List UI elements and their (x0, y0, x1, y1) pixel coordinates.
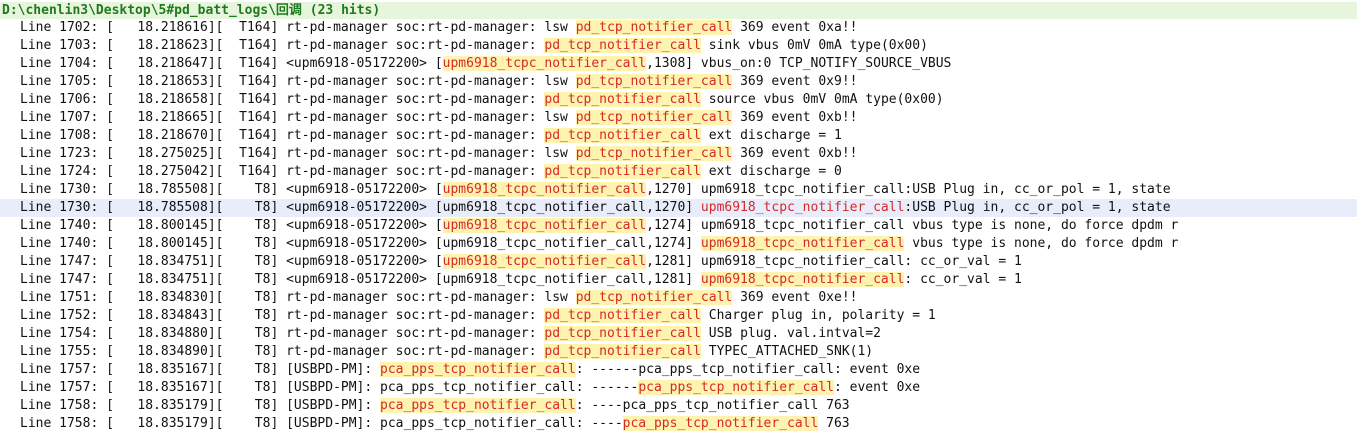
result-line[interactable]: Line 1730: [ 18.785508][ T8] <upm6918-05… (0, 199, 1357, 217)
line-prefix: Line 1751: [ 18.834830][ T8] rt-pd-manag… (20, 290, 576, 305)
result-line[interactable]: Line 1758: [ 18.835179][ T8] [USBPD-PM]:… (0, 415, 1357, 433)
match-highlight: pca_pps_tcp_notifier_call (380, 362, 576, 377)
match-highlight: pd_tcp_notifier_call (575, 290, 733, 305)
match-highlight: pca_pps_tcp_notifier_call (380, 398, 576, 413)
line-prefix: Line 1757: [ 18.835167][ T8] [USBPD-PM]: (20, 362, 381, 377)
line-suffix: ,1274] upm6918_tcpc_notifier_call vbus t… (646, 218, 1179, 233)
line-suffix: Charger plug in, polarity = 1 (700, 308, 936, 323)
line-prefix: Line 1704: [ 18.218647][ T164] <upm6918-… (20, 56, 443, 71)
result-line[interactable]: Line 1703: [ 18.218623][ T164] rt-pd-man… (0, 37, 1357, 55)
result-line[interactable]: Line 1747: [ 18.834751][ T8] <upm6918-05… (0, 253, 1357, 271)
line-suffix: ,1281] upm6918_tcpc_notifier_call: cc_or… (646, 254, 1022, 269)
line-prefix: Line 1706: [ 18.218658][ T164] rt-pd-man… (20, 92, 545, 107)
line-suffix: 763 (818, 416, 850, 431)
line-suffix: ext discharge = 0 (700, 164, 842, 179)
match-highlight: upm6918_tcpc_notifier_call (700, 272, 905, 287)
match-highlight: pd_tcp_notifier_call (544, 164, 701, 179)
result-line[interactable]: Line 1752: [ 18.834843][ T8] rt-pd-manag… (0, 307, 1357, 325)
line-prefix: Line 1757: [ 18.835167][ T8] [USBPD-PM]:… (20, 380, 639, 395)
line-suffix: source vbus 0mV 0mA type(0x00) (700, 92, 944, 107)
line-prefix: Line 1703: [ 18.218623][ T164] rt-pd-man… (20, 38, 545, 53)
line-prefix: Line 1730: [ 18.785508][ T8] <upm6918-05… (20, 182, 443, 197)
result-line[interactable]: Line 1740: [ 18.800145][ T8] <upm6918-05… (0, 235, 1357, 253)
match-highlight: pd_tcp_notifier_call (575, 74, 733, 89)
line-prefix: Line 1705: [ 18.218653][ T164] rt-pd-man… (20, 74, 576, 89)
result-line[interactable]: Line 1705: [ 18.218653][ T164] rt-pd-man… (0, 73, 1357, 91)
line-suffix: : ----pca_pps_tcp_notifier_call 763 (575, 398, 850, 413)
line-prefix: Line 1758: [ 18.835179][ T8] [USBPD-PM]: (20, 398, 381, 413)
line-suffix: : event 0xe (833, 380, 921, 395)
result-line[interactable]: Line 1724: [ 18.275042][ T164] rt-pd-man… (0, 163, 1357, 181)
match-highlight: upm6918_tcpc_notifier_call (700, 200, 905, 215)
line-suffix: 369 event 0x9!! (732, 74, 858, 89)
line-prefix: Line 1752: [ 18.834843][ T8] rt-pd-manag… (20, 308, 545, 323)
result-line[interactable]: Line 1730: [ 18.785508][ T8] <upm6918-05… (0, 181, 1357, 199)
line-suffix: :USB Plug in, cc_or_pol = 1, state (904, 200, 1171, 215)
match-highlight: pd_tcp_notifier_call (575, 146, 733, 161)
result-line[interactable]: Line 1747: [ 18.834751][ T8] <upm6918-05… (0, 271, 1357, 289)
line-prefix: Line 1708: [ 18.218670][ T164] rt-pd-man… (20, 128, 545, 143)
line-suffix: ,1270] upm6918_tcpc_notifier_call:USB Pl… (646, 182, 1171, 197)
match-highlight: pd_tcp_notifier_call (575, 20, 733, 35)
line-suffix: vbus type is none, do force dpdm r (904, 236, 1179, 251)
result-line[interactable]: Line 1757: [ 18.835167][ T8] [USBPD-PM]:… (0, 361, 1357, 379)
match-highlight: upm6918_tcpc_notifier_call (442, 254, 647, 269)
search-results-header[interactable]: D:\chenlin3\Desktop\5#pd_batt_logs\回调 (2… (0, 2, 1357, 19)
line-suffix: : ------pca_pps_tcp_notifier_call: event… (575, 362, 921, 377)
match-highlight: pca_pps_tcp_notifier_call (638, 380, 834, 395)
line-prefix: Line 1702: [ 18.218616][ T164] rt-pd-man… (20, 20, 576, 35)
line-prefix: Line 1723: [ 18.275025][ T164] rt-pd-man… (20, 146, 576, 161)
result-line[interactable]: Line 1740: [ 18.800145][ T8] <upm6918-05… (0, 217, 1357, 235)
line-suffix: ext discharge = 1 (700, 128, 842, 143)
result-line[interactable]: Line 1707: [ 18.218665][ T164] rt-pd-man… (0, 109, 1357, 127)
match-highlight: pd_tcp_notifier_call (544, 128, 701, 143)
result-line[interactable]: Line 1702: [ 18.218616][ T164] rt-pd-man… (0, 19, 1357, 37)
match-highlight: pd_tcp_notifier_call (544, 326, 701, 341)
match-highlight: upm6918_tcpc_notifier_call (700, 236, 905, 251)
result-line[interactable]: Line 1757: [ 18.835167][ T8] [USBPD-PM]:… (0, 379, 1357, 397)
search-results-list[interactable]: Line 1702: [ 18.218616][ T164] rt-pd-man… (0, 19, 1357, 433)
result-line[interactable]: Line 1706: [ 18.218658][ T164] rt-pd-man… (0, 91, 1357, 109)
line-suffix: 369 event 0xb!! (732, 146, 858, 161)
line-suffix: TYPEC_ATTACHED_SNK(1) (700, 344, 874, 359)
line-suffix: sink vbus 0mV 0mA type(0x00) (700, 38, 928, 53)
match-highlight: pd_tcp_notifier_call (575, 110, 733, 125)
result-line[interactable]: Line 1751: [ 18.834830][ T8] rt-pd-manag… (0, 289, 1357, 307)
line-prefix: Line 1730: [ 18.785508][ T8] <upm6918-05… (20, 200, 701, 215)
result-line[interactable]: Line 1723: [ 18.275025][ T164] rt-pd-man… (0, 145, 1357, 163)
match-highlight: pd_tcp_notifier_call (544, 92, 701, 107)
line-suffix: 369 event 0xe!! (732, 290, 858, 305)
line-prefix: Line 1747: [ 18.834751][ T8] <upm6918-05… (20, 254, 443, 269)
line-prefix: Line 1755: [ 18.834890][ T8] rt-pd-manag… (20, 344, 545, 359)
result-line[interactable]: Line 1708: [ 18.218670][ T164] rt-pd-man… (0, 127, 1357, 145)
match-highlight: pca_pps_tcp_notifier_call (622, 416, 819, 431)
line-suffix: ,1308] vbus_on:0 TCP_NOTIFY_SOURCE_VBUS (646, 56, 952, 71)
match-highlight: pd_tcp_notifier_call (544, 308, 701, 323)
line-prefix: Line 1740: [ 18.800145][ T8] <upm6918-05… (20, 236, 701, 251)
line-suffix: 369 event 0xa!! (732, 20, 858, 35)
result-line[interactable]: Line 1704: [ 18.218647][ T164] <upm6918-… (0, 55, 1357, 73)
match-highlight: pd_tcp_notifier_call (544, 38, 701, 53)
line-prefix: Line 1740: [ 18.800145][ T8] <upm6918-05… (20, 218, 443, 233)
match-highlight: upm6918_tcpc_notifier_call (442, 56, 647, 71)
line-prefix: Line 1747: [ 18.834751][ T8] <upm6918-05… (20, 272, 701, 287)
match-highlight: pd_tcp_notifier_call (544, 344, 701, 359)
result-line[interactable]: Line 1758: [ 18.835179][ T8] [USBPD-PM]:… (0, 397, 1357, 415)
match-highlight: upm6918_tcpc_notifier_call (442, 182, 647, 197)
line-prefix: Line 1707: [ 18.218665][ T164] rt-pd-man… (20, 110, 576, 125)
match-highlight: upm6918_tcpc_notifier_call (442, 218, 647, 233)
line-prefix: Line 1758: [ 18.835179][ T8] [USBPD-PM]:… (20, 416, 623, 431)
line-suffix: USB plug. val.intval=2 (700, 326, 881, 341)
search-path: D:\chenlin3\Desktop\5#pd_batt_logs\回调 (2, 3, 302, 18)
line-suffix: : cc_or_val = 1 (904, 272, 1022, 287)
line-prefix: Line 1754: [ 18.834880][ T8] rt-pd-manag… (20, 326, 545, 341)
result-line[interactable]: Line 1754: [ 18.834880][ T8] rt-pd-manag… (0, 325, 1357, 343)
result-line[interactable]: Line 1755: [ 18.834890][ T8] rt-pd-manag… (0, 343, 1357, 361)
hit-count: (23 hits) (309, 3, 381, 18)
line-prefix: Line 1724: [ 18.275042][ T164] rt-pd-man… (20, 164, 545, 179)
line-suffix: 369 event 0xb!! (732, 110, 858, 125)
